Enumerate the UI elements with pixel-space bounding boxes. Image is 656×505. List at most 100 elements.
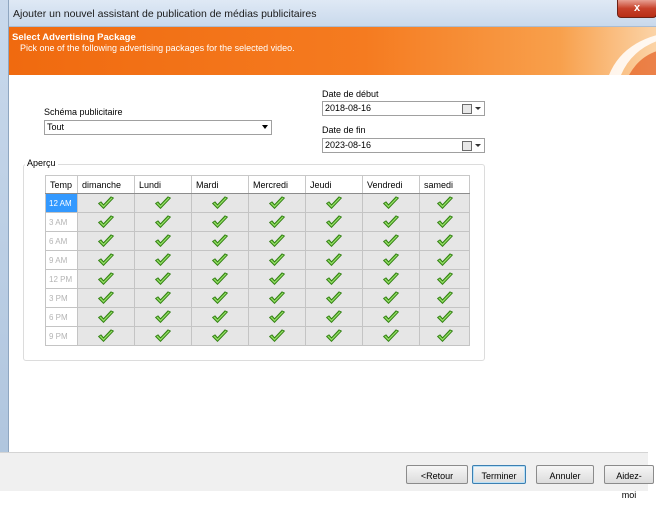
schedule-cell[interactable] [305,212,363,232]
schedule-cell[interactable] [362,307,420,327]
schedule-cell[interactable] [191,193,249,213]
column-header-friday[interactable]: Vendredi [362,175,420,194]
schedule-cell[interactable] [362,326,420,346]
time-slot-cell[interactable]: 3 PM [45,288,78,308]
schedule-cell[interactable] [248,326,306,346]
check-icon [212,291,228,304]
schedule-cell[interactable] [419,307,470,327]
check-icon [98,196,114,209]
schedule-cell[interactable] [77,231,135,251]
schedule-cell[interactable] [362,231,420,251]
calendar-icon[interactable] [462,141,472,151]
check-icon [98,310,114,323]
column-header-tuesday[interactable]: Mardi [191,175,249,194]
column-header-saturday[interactable]: samedi [419,175,470,194]
schedule-cell[interactable] [77,212,135,232]
check-icon [383,291,399,304]
scheme-dropdown[interactable]: Tout [44,120,272,135]
time-slot-cell[interactable]: 12 PM [45,269,78,289]
column-header-sunday[interactable]: dimanche [77,175,135,194]
schedule-cell[interactable] [134,288,192,308]
time-slot-cell[interactable]: 9 AM [45,250,78,270]
schedule-cell[interactable] [77,269,135,289]
close-button[interactable]: x [617,0,656,18]
schedule-cell[interactable] [191,231,249,251]
schedule-cell[interactable] [305,193,363,213]
column-header-monday[interactable]: Lundi [134,175,192,194]
schedule-cell[interactable] [305,250,363,270]
schedule-cell[interactable] [419,193,470,213]
schedule-cell[interactable] [305,288,363,308]
schedule-cell[interactable] [191,288,249,308]
schedule-cell[interactable] [362,193,420,213]
time-slot-cell[interactable]: 6 PM [45,307,78,327]
schedule-cell[interactable] [191,269,249,289]
schedule-cell[interactable] [362,250,420,270]
schedule-cell[interactable] [77,307,135,327]
schedule-cell[interactable] [191,250,249,270]
schedule-cell[interactable] [134,326,192,346]
schedule-cell[interactable] [77,193,135,213]
schedule-cell[interactable] [248,193,306,213]
chevron-down-icon[interactable] [475,107,481,110]
check-icon [436,215,453,228]
finish-button[interactable]: Terminer [472,465,526,484]
schedule-cell[interactable] [419,269,470,289]
schedule-cell[interactable] [191,307,249,327]
schedule-cell[interactable] [419,231,470,251]
schedule-cell[interactable] [134,269,192,289]
time-slot-cell[interactable]: 12 AM [45,193,78,213]
check-icon [269,234,285,247]
chevron-down-icon[interactable] [475,144,481,147]
schedule-cell[interactable] [248,212,306,232]
schedule-cell[interactable] [305,231,363,251]
schedule-cell[interactable] [362,288,420,308]
column-header-thursday[interactable]: Jeudi [305,175,363,194]
schedule-cell[interactable] [248,231,306,251]
schedule-cell[interactable] [305,269,363,289]
time-slot-cell[interactable]: 9 PM [45,326,78,346]
schedule-cell[interactable] [362,269,420,289]
schedule-cell[interactable] [248,307,306,327]
schedule-cell[interactable] [191,326,249,346]
schedule-cell[interactable] [248,250,306,270]
schedule-cell[interactable] [134,231,192,251]
schedule-cell[interactable] [134,307,192,327]
check-icon [155,329,171,342]
schedule-cell[interactable] [419,326,470,346]
help-button[interactable]: Aidez-moi [604,465,654,500]
grid-row: 3 PM [45,288,470,308]
check-icon [155,234,171,247]
grid-header-row: Temp dimanche Lundi Mardi Mercredi Jeudi… [45,175,470,194]
check-icon [326,196,342,209]
schedule-cell[interactable] [191,212,249,232]
end-date-picker[interactable]: 2023-08-16 [322,138,485,153]
schedule-cell[interactable] [305,307,363,327]
column-header-wednesday[interactable]: Mercredi [248,175,306,194]
time-slot-cell[interactable]: 6 AM [45,231,78,251]
calendar-icon[interactable] [462,104,472,114]
schedule-cell[interactable] [419,250,470,270]
schedule-cell[interactable] [305,326,363,346]
check-icon [326,253,342,266]
check-icon [436,234,453,247]
schedule-cell[interactable] [134,250,192,270]
schedule-cell[interactable] [77,326,135,346]
schedule-cell[interactable] [362,212,420,232]
schedule-cell[interactable] [134,193,192,213]
cancel-button[interactable]: Annuler [536,465,594,484]
schedule-cell[interactable] [419,212,470,232]
time-slot-cell[interactable]: 3 AM [45,212,78,232]
schedule-cell[interactable] [248,269,306,289]
schedule-cell[interactable] [419,288,470,308]
wizard-banner: Select Advertising Package Pick one of t… [9,27,656,75]
schedule-cell[interactable] [77,250,135,270]
check-icon [383,272,399,285]
back-button[interactable]: <Retour [406,465,468,484]
schedule-cell[interactable] [77,288,135,308]
schedule-cell[interactable] [248,288,306,308]
schedule-cell[interactable] [134,212,192,232]
check-icon [155,272,171,285]
start-date-picker[interactable]: 2018-08-16 [322,101,485,116]
column-header-time[interactable]: Temp [45,175,78,194]
